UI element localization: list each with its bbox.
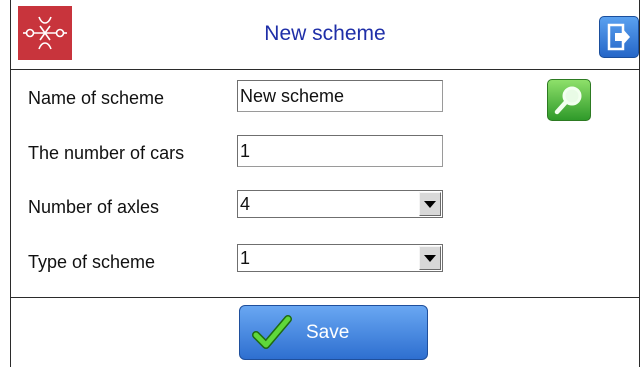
number-of-axles-select[interactable]: 4 [237, 190, 443, 218]
dropdown-arrow-button[interactable] [419, 192, 441, 216]
number-of-cars-field[interactable] [237, 135, 443, 167]
exit-button[interactable] [599, 16, 639, 58]
number-of-cars-label: The number of cars [28, 143, 185, 163]
type-of-scheme-value: 1 [240, 247, 251, 268]
number-of-axles-value: 4 [240, 193, 251, 214]
search-button[interactable] [547, 79, 591, 121]
number-of-axles-label: Number of axles [28, 197, 160, 217]
checkmark-icon [252, 314, 292, 349]
save-button[interactable]: Save [239, 305, 428, 360]
chevron-down-icon [424, 200, 436, 208]
page-title: New scheme [264, 22, 386, 45]
type-of-scheme-label: Type of scheme [28, 252, 156, 272]
exit-icon [607, 23, 630, 51]
scheme-name-field[interactable] [237, 80, 443, 112]
header-bar: New scheme [11, 0, 639, 70]
chevron-down-icon [424, 254, 436, 262]
save-button-label: Save [306, 321, 350, 343]
footer-divider [11, 297, 639, 298]
type-of-scheme-select[interactable]: 1 [237, 244, 443, 272]
dropdown-arrow-button[interactable] [419, 246, 441, 270]
name-of-scheme-label: Name of scheme [28, 88, 165, 108]
search-icon [554, 86, 582, 115]
